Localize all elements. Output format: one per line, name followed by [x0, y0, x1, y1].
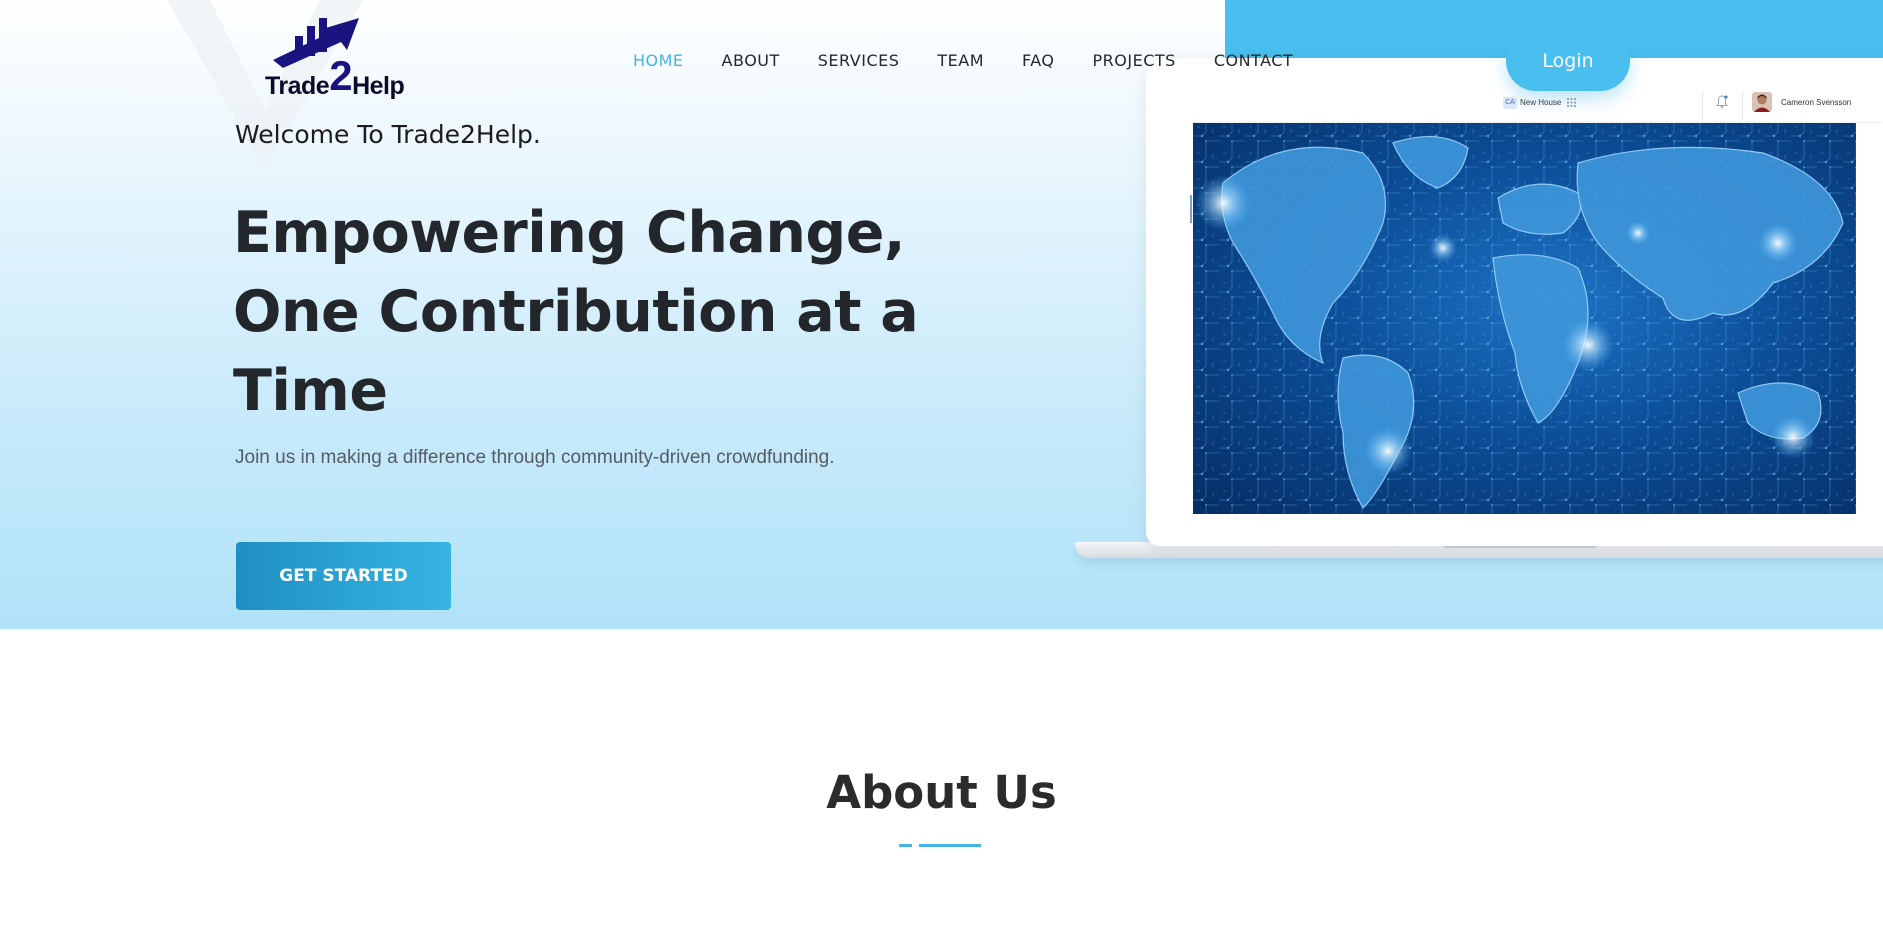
logo-text-help: Help	[352, 72, 405, 100]
login-button[interactable]: Login	[1506, 31, 1630, 91]
nav-services[interactable]: SERVICES	[818, 50, 900, 72]
about-heading: About Us	[826, 766, 1057, 819]
workspace-avatar: CA	[1503, 97, 1517, 109]
nav-home[interactable]: HOME	[633, 50, 684, 72]
hero-headline-line2: One Contribution at a	[233, 279, 919, 345]
logo[interactable]: Trade2Help	[263, 14, 425, 100]
welcome-text: Welcome To Trade2Help.	[235, 120, 541, 149]
nav-projects[interactable]: PROJECTS	[1093, 50, 1176, 72]
hero-headline-line1: Empowering Change,	[233, 200, 906, 266]
avatar	[1752, 92, 1772, 112]
get-started-button[interactable]: GET STARTED	[236, 542, 451, 610]
screen-side-marker	[1190, 195, 1192, 223]
workspace-name: New House	[1520, 98, 1562, 107]
apps-grid-icon	[1567, 98, 1576, 107]
logo-wordmark: Trade2Help	[265, 52, 405, 104]
nav-about[interactable]: ABOUT	[722, 50, 780, 72]
hero-headline: Empowering Change, One Contribution at a…	[233, 194, 993, 431]
about-divider-short	[899, 844, 912, 847]
hero-subtitle: Join us in making a difference through c…	[235, 447, 835, 468]
nav-faq[interactable]: FAQ	[1022, 50, 1055, 72]
nav-team[interactable]: TEAM	[937, 50, 984, 72]
user-name: Cameron Svensson	[1781, 98, 1852, 107]
world-map-circuit-image	[1193, 123, 1856, 514]
nav-contact[interactable]: CONTACT	[1214, 50, 1293, 72]
main-nav: HOME ABOUT SERVICES TEAM FAQ PROJECTS CO…	[633, 50, 1331, 72]
logo-text-trade: Trade	[265, 72, 330, 100]
about-divider-long	[919, 844, 981, 847]
hero-headline-line3: Time	[233, 358, 388, 424]
logo-text-two: 2	[329, 52, 353, 99]
bell-icon	[1716, 95, 1728, 109]
